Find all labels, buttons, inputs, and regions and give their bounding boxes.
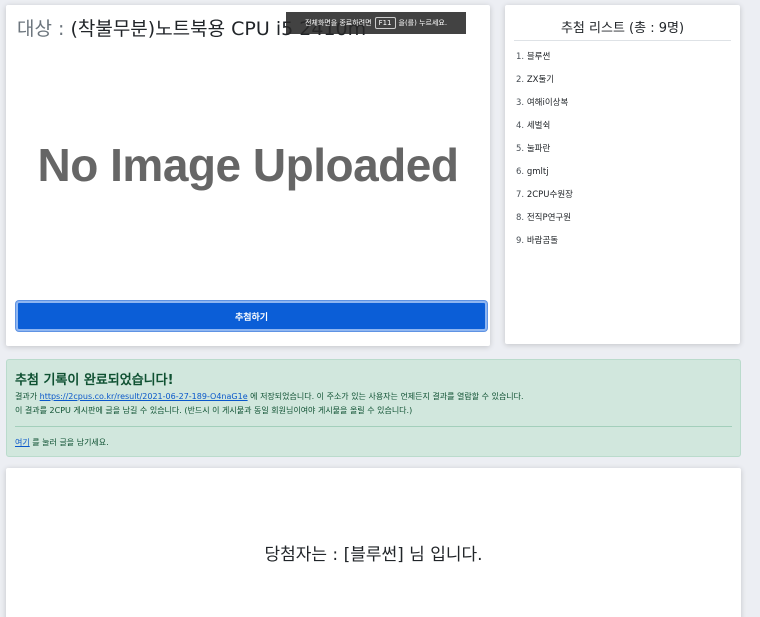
divider: [514, 40, 731, 41]
list-item: 9. 바람곰돌: [516, 235, 573, 258]
list-item: 5. 눌파란: [516, 143, 573, 166]
winner-announcement: 당첨자는 : [블루썬] 님 입니다.: [264, 545, 483, 565]
alert-text-after-link: 에 저장되었습니다. 이 주소가 있는 사용자는 언제든지 결과를 열람할 수 …: [247, 392, 524, 401]
list-item-number: 9.: [516, 236, 525, 246]
draw-button[interactable]: 추첨하기: [16, 301, 487, 331]
list-item-number: 4.: [516, 121, 525, 131]
list-item-name: 전직P연구원: [526, 213, 572, 223]
fullscreen-notice-text-after: 을(를) 누르세요.: [398, 19, 448, 27]
list-item-number: 6.: [516, 167, 525, 177]
list-item-number: 3.: [516, 98, 525, 108]
winner-list-card: 추첨 리스트 (총 : 9명) 1. 블루썬 2. ZX둘기 3. 여해i이상복…: [505, 5, 740, 344]
list-item-number: 2.: [516, 75, 525, 85]
alert-result-line: 결과가 https://2cpus.co.kr/result/2021-06-2…: [15, 391, 524, 402]
list-item-number: 5.: [516, 144, 525, 154]
list-item-name: 2CPU수원장: [526, 190, 573, 200]
list-item: 4. 세벌쉭: [516, 120, 573, 143]
list-item-name: 블루썬: [526, 52, 551, 62]
list-item: 7. 2CPU수원장: [516, 189, 573, 212]
winner-list-title: 추첨 리스트 (총 : 9명): [560, 21, 685, 36]
list-item-name: ZX둘기: [526, 75, 555, 85]
result-card: 당첨자는 : [블루썬] 님 입니다.: [6, 468, 741, 617]
list-item-number: 8.: [516, 213, 525, 223]
item-title-prefix: 대상 :: [17, 18, 71, 40]
alert-heading: 추첨 기록이 완료되었습니다!: [15, 373, 174, 388]
f11-key-badge: F11: [374, 17, 396, 29]
alert-divider: [15, 426, 732, 427]
item-card: 대상 : (착불무분)노트북용 CPU i5 2410m No Image Up…: [6, 5, 490, 346]
list-item: 8. 전직P연구원: [516, 212, 573, 235]
alert-post-line: 여기 를 눌러 글을 남기세요.: [15, 437, 109, 448]
list-item-name: 눌파란: [526, 144, 551, 154]
fullscreen-exit-notice: 전체화면을 종료하려면 F11 을(를) 누르세요.: [286, 12, 466, 34]
post-here-link[interactable]: 여기: [15, 438, 30, 447]
alert-post-text: 를 눌러 글을 남기세요.: [29, 438, 109, 447]
winner-list: 1. 블루썬 2. ZX둘기 3. 여해i이상복 4. 세벌쉭 5. 눌파란 6…: [516, 51, 573, 258]
list-item-name: 여해i이상복: [526, 98, 569, 108]
list-item-name: 바람곰돌: [526, 236, 559, 246]
alert-text-before-link: 결과가: [15, 392, 40, 401]
result-url-link[interactable]: https://2cpus.co.kr/result/2021-06-27-18…: [40, 392, 248, 401]
list-item: 1. 블루썬: [516, 51, 573, 74]
list-item-number: 1.: [516, 52, 525, 62]
fullscreen-notice-text-before: 전체화면을 종료하려면: [304, 19, 372, 27]
list-item-name: gmltj: [526, 167, 549, 177]
success-alert: 추첨 기록이 완료되었습니다! 결과가 https://2cpus.co.kr/…: [6, 359, 741, 457]
alert-board-note: 이 결과를 2CPU 게시판에 글을 남길 수 있습니다. (반드시 이 게시물…: [15, 406, 413, 415]
no-image-placeholder: No Image Uploaded: [37, 139, 459, 191]
list-item-name: 세벌쉭: [526, 121, 551, 131]
list-item-number: 7.: [516, 190, 525, 200]
list-item: 3. 여해i이상복: [516, 97, 573, 120]
list-item: 2. ZX둘기: [516, 74, 573, 97]
list-item: 6. gmltj: [516, 166, 573, 189]
